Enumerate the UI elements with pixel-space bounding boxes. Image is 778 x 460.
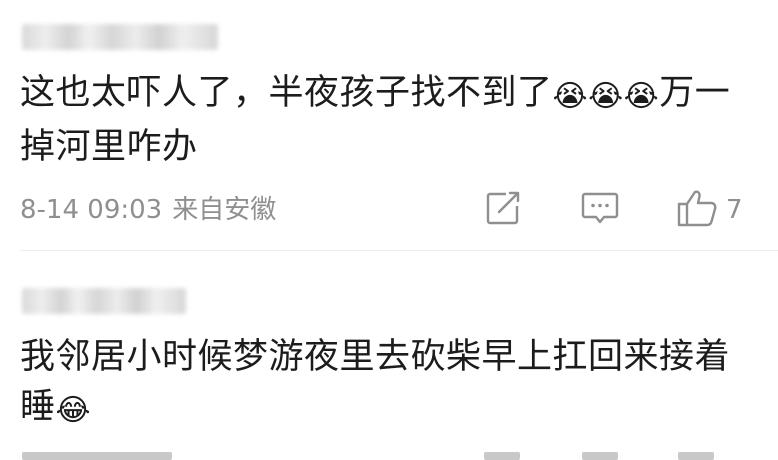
share-button[interactable] (484, 188, 522, 232)
comment-card: 我邻居小时候梦游夜里去砍柴早上扛回来接着睡😂 (0, 252, 778, 460)
comment-card: 这也太吓人了，半夜孩子找不到了😭😭😭万一掉河里咋办 8-14 09:03 来自安徽 (0, 0, 778, 251)
partial-comment-icon (582, 452, 618, 460)
comment-text-main: 这也太吓人了，半夜孩子找不到了 (20, 73, 553, 113)
reply-button[interactable] (580, 188, 620, 232)
partial-thumbs-up-icon (678, 452, 714, 460)
crying-face-emoji: 😭 (552, 79, 589, 114)
comment-text-main: 我邻居小时候梦游夜里去砍柴早上扛回来接着睡 (20, 337, 731, 427)
divider (20, 250, 778, 251)
thumbs-up-icon (676, 188, 718, 232)
next-comment-actions-partial (0, 452, 778, 460)
like-count: 7 (726, 195, 743, 225)
laughing-crying-emoji: 😂 (55, 393, 92, 428)
partial-meta (22, 452, 172, 460)
comment-actions: 7 (0, 188, 778, 232)
username-blurred[interactable] (22, 24, 218, 50)
comment-text: 这也太吓人了，半夜孩子找不到了😭😭😭万一掉河里咋办 (20, 68, 760, 172)
partial-share-icon (484, 452, 520, 460)
crying-face-emoji: 😭 (623, 79, 660, 114)
username-blurred[interactable] (22, 288, 186, 314)
comment-icon (580, 189, 620, 231)
crying-face-emoji: 😭 (588, 79, 624, 114)
comment-text: 我邻居小时候梦游夜里去砍柴早上扛回来接着睡😂 (20, 332, 760, 436)
share-icon (484, 189, 522, 231)
like-button[interactable]: 7 (676, 188, 743, 232)
